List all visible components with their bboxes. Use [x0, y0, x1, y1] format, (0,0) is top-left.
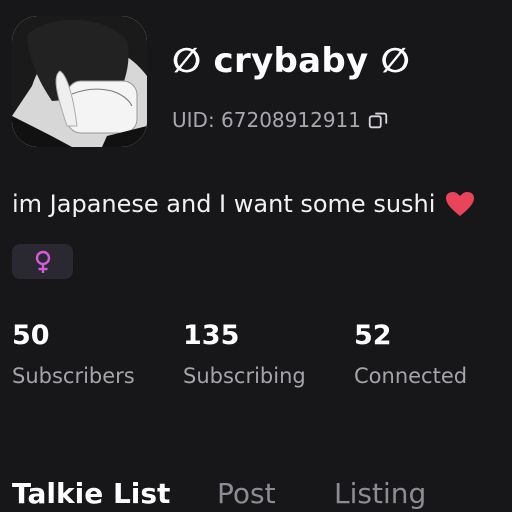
stat-subscribing[interactable]: 135 Subscribing	[183, 318, 306, 388]
stat-value: 52	[354, 320, 392, 351]
stat-label: Connected	[354, 364, 468, 388]
stat-value: 135	[183, 320, 240, 351]
profile-avatar[interactable]	[12, 16, 147, 147]
tab-talkie-list[interactable]: Talkie List	[12, 476, 170, 512]
tab-listing[interactable]: Listing	[334, 476, 426, 512]
uid-row: UID: 67208912911	[172, 104, 389, 136]
stat-value: 50	[12, 320, 50, 351]
display-name: ∅ crybaby ∅	[172, 41, 411, 81]
stats-row: 50 Subscribers 135 Subscribing 52 Connec…	[12, 318, 512, 398]
female-icon	[35, 250, 50, 273]
stat-subscribers[interactable]: 50 Subscribers	[12, 318, 135, 388]
copy-icon[interactable]	[367, 109, 389, 131]
stat-connected[interactable]: 52 Connected	[354, 318, 467, 388]
tab-post[interactable]: Post	[217, 476, 276, 512]
gender-badge	[12, 244, 73, 279]
avatar-image	[12, 16, 147, 147]
bio-text: im Japanese and I want some sushi	[12, 190, 436, 218]
stat-label: Subscribing	[183, 364, 306, 388]
uid-text: UID: 67208912911	[172, 108, 362, 132]
bio: im Japanese and I want some sushi	[12, 190, 475, 218]
heart-icon	[446, 192, 475, 216]
stat-label: Subscribers	[12, 364, 135, 388]
